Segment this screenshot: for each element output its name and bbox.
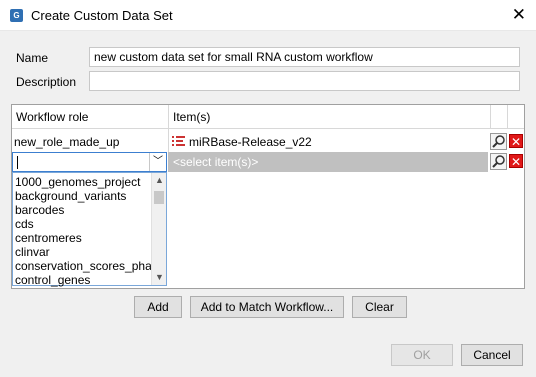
title-bar: G Create Custom Data Set ✕: [0, 0, 536, 31]
app-logo-icon: G: [10, 9, 23, 22]
add-to-match-workflow-button[interactable]: Add to Match Workflow...: [190, 296, 344, 318]
description-field[interactable]: [89, 71, 520, 91]
sequence-list-icon: [172, 136, 185, 146]
column-header-delete: [507, 105, 524, 129]
ok-button[interactable]: OK: [391, 344, 453, 366]
dropdown-option[interactable]: centromeres: [15, 231, 82, 245]
name-field[interactable]: new custom data set for small RNA custom…: [89, 47, 520, 67]
delete-row-icon[interactable]: ✕: [509, 154, 523, 169]
dropdown-option[interactable]: background_variants: [15, 189, 126, 203]
add-button[interactable]: Add: [134, 296, 182, 318]
scroll-up-icon[interactable]: ▲: [152, 173, 167, 188]
dropdown-option[interactable]: cds: [15, 217, 34, 231]
browse-icon[interactable]: [490, 153, 507, 170]
dropdown-scrollbar[interactable]: ▲ ▼: [151, 173, 166, 285]
workflow-role-dropdown-list: 1000_genomes_project background_variants…: [12, 172, 167, 287]
scroll-down-icon[interactable]: ▼: [152, 270, 167, 285]
delete-row-icon[interactable]: ✕: [509, 134, 523, 149]
workflow-role-combobox[interactable]: ﹀: [12, 152, 167, 172]
cancel-button[interactable]: Cancel: [461, 344, 523, 366]
text-caret: [17, 156, 18, 169]
window-title: Create Custom Data Set: [31, 8, 173, 23]
column-header-browse: [490, 105, 507, 129]
row-role-cell[interactable]: new_role_made_up: [14, 135, 119, 149]
workflow-roles-table: Workflow role Item(s) new_role_made_up m…: [11, 104, 525, 289]
row-item-cell[interactable]: miRBase-Release_v22: [189, 135, 312, 149]
close-icon[interactable]: ✕: [512, 5, 526, 25]
select-items-cell[interactable]: <select item(s)>: [168, 152, 488, 172]
dropdown-option[interactable]: control_genes: [15, 273, 90, 287]
column-header-items[interactable]: Item(s): [168, 105, 490, 129]
dropdown-option[interactable]: 1000_genomes_project: [15, 175, 140, 189]
column-header-workflow-role[interactable]: Workflow role: [12, 105, 168, 129]
dropdown-option[interactable]: clinvar: [15, 245, 50, 259]
scrollbar-thumb[interactable]: [154, 191, 164, 204]
dropdown-option[interactable]: conservation_scores_phasto: [15, 259, 152, 273]
chevron-down-icon[interactable]: ﹀: [149, 153, 166, 171]
description-label: Description: [16, 75, 77, 89]
name-label: Name: [16, 51, 49, 65]
column-divider: [168, 129, 169, 152]
dropdown-option[interactable]: barcodes: [15, 203, 64, 217]
browse-icon[interactable]: [490, 133, 507, 150]
clear-button[interactable]: Clear: [352, 296, 407, 318]
